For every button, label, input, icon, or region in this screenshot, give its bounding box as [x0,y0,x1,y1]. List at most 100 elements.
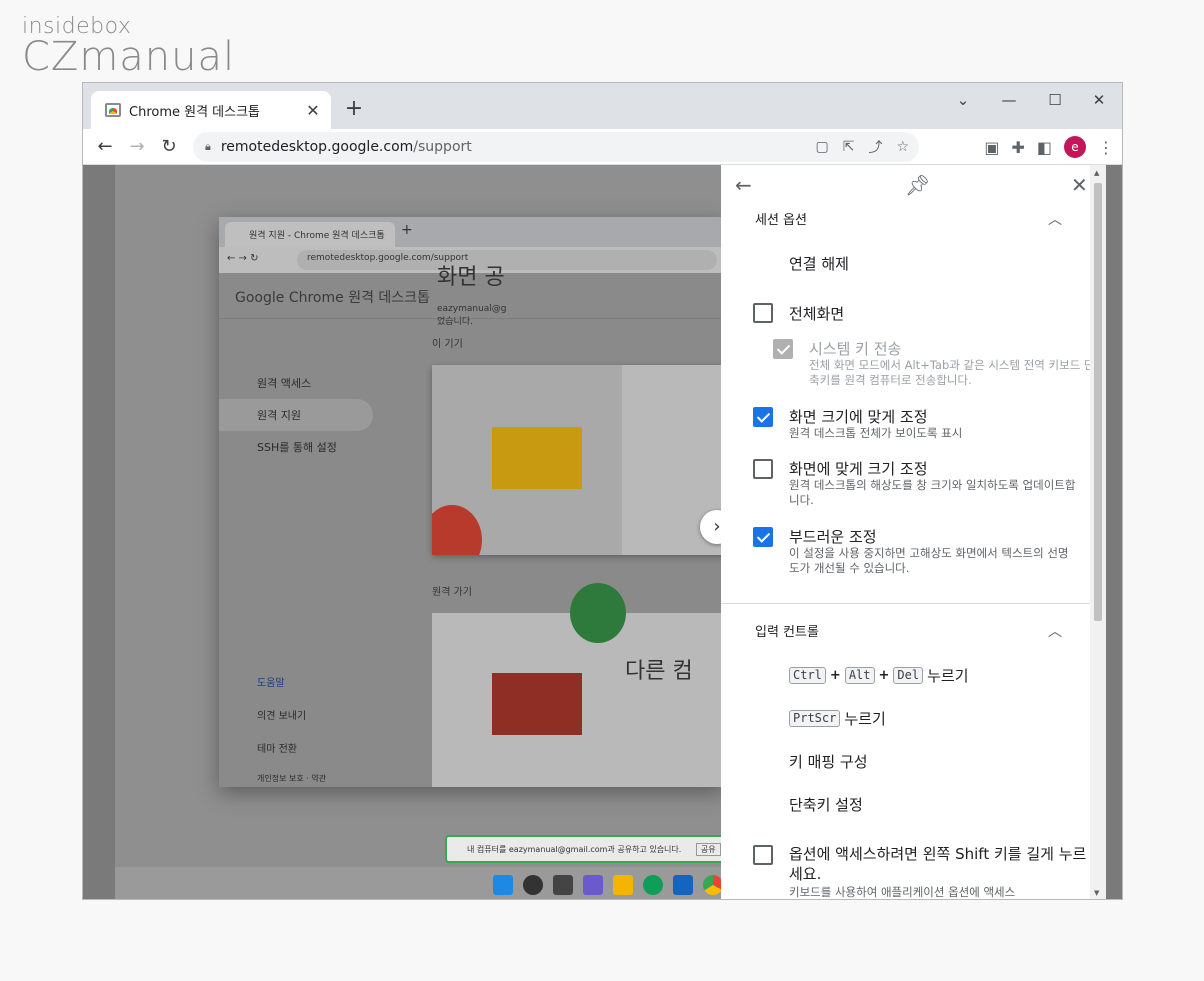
scroll-down-icon[interactable]: ▼ [1094,889,1099,897]
prtscr-button[interactable]: PrtScr 누르기 [789,708,886,729]
panel-back-arrow-icon[interactable]: ← [735,175,752,195]
remote-theme: 테마 전환 [257,744,297,755]
taskbar-chrome-icon [703,875,723,895]
remote-header-title: 원격 데스크톱 [348,290,430,306]
share-icon[interactable]: ⤴ [868,137,882,157]
remote-feedback: 의견 보내기 [257,711,307,722]
remote-privacy: 개인정보 보호 · 약관 [257,774,327,783]
fit-screen-label: 화면 크기에 맞게 조정 [789,408,928,426]
remote-browser-window: 원격 지원 - Chrome 원격 데스크톱 + ← → ↻ remotedes… [219,217,725,787]
remote-desktop-extension-icon[interactable]: ▣ [984,138,999,157]
tab-title: Chrome 원격 데스크톱 [129,104,261,120]
remote-card1-sub: eazymanual@g 었습니다. [437,304,507,327]
extensions-puzzle-icon[interactable]: ✚ [1011,138,1024,157]
browser-window: Chrome 원격 데스크톱 ✕ + ⌄ — ☐ ✕ ← → ↻ 🔒︎ remo… [82,82,1123,900]
remote-header-brand: Google Chrome [235,290,344,306]
taskbar-taskview-icon [553,875,573,895]
bookmark-star-icon[interactable]: ☆ [896,139,909,155]
url-host: remotedesktop.google.com [220,139,414,155]
tab-close-icon[interactable]: ✕ [303,101,323,120]
remote-desktop-favicon-icon [105,103,121,117]
shift-option-desc: 키보드를 사용하여 애플리케이션 옵션에 액세스 [789,885,1016,899]
smooth-scaling-desc: 이 설정을 사용 중지하면 고해상도 화면에서 텍스트의 선명도가 개선될 수 … [789,546,1069,575]
remote-nav: 원격 액세스 원격 지원 SSH를 통해 설정 [219,367,373,463]
taskbar-search-icon [523,875,543,895]
shift-option-checkbox[interactable] [753,845,773,865]
more-menu-icon[interactable]: ⋮ [1098,138,1114,157]
remote-taskbar [115,867,735,899]
remote-nav-ssh: SSH를 통해 설정 [257,441,337,454]
taskbar-edge-icon [643,875,663,895]
input-controls-title: 입력 컨트롤 [755,625,819,640]
session-options-title: 세션 옵션 [755,213,807,228]
taskbar-chat-icon [583,875,603,895]
scrollbar-thumb[interactable] [1094,183,1102,621]
scroll-up-icon[interactable]: ▲ [1094,169,1099,177]
ctrl-alt-del-button[interactable]: Ctrl + Alt + Del 누르기 [789,665,969,686]
disconnect-button[interactable]: 연결 해제 [789,253,849,274]
tab-search-chevron-icon[interactable]: ⌄ [941,87,985,113]
remote-nav-icons: ← → ↻ [227,253,259,264]
remote-section-remote: 원격 가기 [432,587,472,598]
remote-url: remotedesktop.google.com/support [297,250,717,270]
new-tab-button[interactable]: + [343,97,365,121]
smooth-scaling-label: 부드러운 조정 [789,528,877,546]
laptop-illustration-icon [492,427,582,489]
open-external-icon[interactable]: ⇱ [843,139,855,155]
fit-screen-checkbox[interactable] [753,407,773,427]
remote-footer: 도움말 의견 보내기 테마 전환 개인정보 보호 · 약관 [231,665,326,787]
fullscreen-label: 전체화면 [789,305,845,323]
resize-desc: 원격 데스크톱의 해상도를 창 크기와 일치하도록 업데이트합니다. [789,478,1076,507]
remote-share-bar: 내 컴퓨터를 eazymanual@gmail.com과 공유하고 있습니다. … [445,835,735,863]
section-divider [721,603,1106,604]
key-mapping-button[interactable]: 키 매핑 구성 [789,751,868,772]
fullscreen-checkbox[interactable] [753,303,773,323]
back-arrow-icon[interactable]: ← [89,133,121,161]
pin-icon[interactable]: 📌︎ [905,175,930,195]
profile-avatar[interactable]: e [1064,136,1086,158]
panel-scrollbar[interactable]: ▲ ▼ [1090,165,1106,899]
remote-nav-support: 원격 지원 [219,399,373,431]
windows-start-icon [493,875,513,895]
page-content: 원격 지원 - Chrome 원격 데스크톱 + ← → ↻ remotedes… [83,165,1122,899]
remote-connect-card [432,583,725,787]
minimize-button[interactable]: — [987,87,1031,113]
shortcut-settings-button[interactable]: 단축키 설정 [789,794,863,815]
remote-section-this-device: 이 기기 [432,339,463,350]
clipboard-icon[interactable]: ▢ [815,139,828,155]
remote-help-link: 도움말 [257,678,285,689]
tab-remote-desktop[interactable]: Chrome 원격 데스크톱 ✕ [91,91,331,129]
address-bar[interactable]: 🔒︎ remotedesktop.google.com/support ▢ ⇱ … [193,132,919,162]
remote-card1-title: 화면 공 [437,265,505,290]
close-window-button[interactable]: ✕ [1077,87,1121,113]
system-keys-label: 시스템 키 전송 [809,340,902,358]
remote-new-tab-icon: + [401,222,413,238]
browser-toolbar: ← → ↻ 🔒︎ remotedesktop.google.com/suppor… [83,129,1122,165]
remote-session-view[interactable]: 원격 지원 - Chrome 원격 데스크톱 + ← → ↻ remotedes… [115,165,735,899]
resize-checkbox[interactable] [753,459,773,479]
fit-screen-desc: 원격 데스크톱 전체가 보이도록 표시 [789,426,963,440]
url-path: /support [413,139,472,155]
shift-option-label: 옵션에 액세스하려면 왼쪽 Shift 키를 길게 누르세요. [789,845,1087,883]
input-chevron-up-icon[interactable]: ︿ [1048,621,1062,641]
remote-share-card [432,365,725,555]
taskbar-store-icon [673,875,693,895]
reload-icon[interactable]: ↻ [153,133,185,161]
taskbar-explorer-icon [613,875,633,895]
smooth-scaling-checkbox[interactable] [753,527,773,547]
laptop-red-illustration-icon [492,673,582,735]
lock-icon: 🔒︎ [205,140,211,153]
forward-arrow-icon[interactable]: → [121,133,153,161]
site-logo: insidebox CZmanual [22,14,236,80]
panel-close-icon[interactable]: ✕ [1071,175,1088,195]
session-options-panel: ← 📌︎ ✕ 세션 옵션 ︿ 연결 해제 전체화면 시스템 키 전송 전체 화면… [721,165,1106,899]
resize-label: 화면에 맞게 크기 조정 [789,460,928,478]
remote-tab-title: 원격 지원 - Chrome 원격 데스크톱 [225,222,395,247]
side-panel-icon[interactable]: ◧ [1037,138,1052,157]
remote-nav-access: 원격 액세스 [257,377,312,390]
remote-card2-title: 다른 컴 [625,659,693,684]
maximize-button[interactable]: ☐ [1033,87,1077,113]
logo-main-text: CZmanual [22,34,236,80]
system-keys-desc: 전체 화면 모드에서 Alt+Tab과 같은 시스템 전역 키보드 단축키를 원… [809,358,1095,387]
chevron-up-icon[interactable]: ︿ [1048,209,1062,229]
